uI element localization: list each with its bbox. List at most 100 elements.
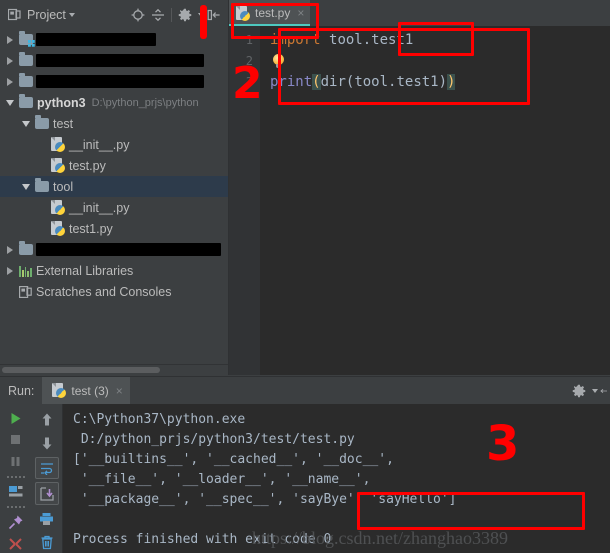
tree-node[interactable] [0, 239, 228, 260]
scratches-icon [19, 285, 32, 298]
python-file-icon [51, 200, 65, 215]
rerun-icon[interactable] [5, 409, 27, 428]
line-number: 2 [245, 54, 253, 68]
redacted-label [36, 54, 204, 67]
project-tree[interactable]: python3 D:\python_prjs\python test __init__… [0, 29, 228, 364]
tree-node[interactable]: test.py [0, 155, 228, 176]
tree-node-label: test.py [69, 158, 106, 173]
run-toolbar-left [0, 404, 31, 553]
console-line: '__file__', '__loader__', '__name__', [73, 472, 371, 487]
chevron-right-icon[interactable] [4, 29, 16, 50]
tree-node[interactable]: __init__.py [0, 197, 228, 218]
chevron-down-icon[interactable] [20, 113, 32, 134]
run-tab-test[interactable]: test (3) × [42, 377, 130, 404]
tree-node[interactable] [0, 50, 228, 71]
line-number: 3 [245, 75, 253, 89]
console-line: ['__builtins__', '__cached__', '__doc__'… [73, 452, 394, 467]
editor-tab-bar: test.py × [229, 0, 610, 26]
project-panel-title: Project [27, 7, 66, 22]
code-token: tool.test1 [329, 32, 414, 48]
tree-node-path: D:\python_prjs\python [91, 96, 199, 109]
folder-module-icon [19, 31, 35, 47]
chevron-down-icon[interactable] [20, 176, 32, 197]
run-tool-window: Run: test (3) × C:\Python37\python.exe D… [0, 376, 610, 553]
tree-node-label: Scratches and Consoles [36, 284, 172, 299]
tree-node-label: python3 [37, 95, 86, 110]
tree-node[interactable]: tool [0, 176, 228, 197]
line-number-gutter: 1 2 3 [229, 26, 260, 375]
collapse-all-icon[interactable] [148, 5, 168, 25]
tree-node[interactable]: External Libraries [0, 260, 228, 281]
code-line[interactable]: print(dir(tool.test1)) [270, 72, 610, 93]
stop-icon[interactable] [5, 431, 27, 450]
soft-wrap-icon[interactable] [34, 456, 59, 480]
chevron-right-icon[interactable] [4, 260, 16, 281]
pin-tab-icon[interactable] [5, 513, 27, 532]
project-panel-header: Project [0, 0, 228, 29]
pause-icon[interactable] [5, 452, 27, 471]
code-token: ) [447, 74, 456, 90]
close-icon[interactable]: × [116, 385, 123, 397]
chevron-right-icon[interactable] [4, 50, 16, 71]
code-text[interactable]: import tool.test1 print(dir(tool.test1)) [260, 26, 610, 375]
python-run-icon [52, 383, 67, 398]
python-file-icon [51, 221, 65, 236]
code-token: (tool.test1 [345, 74, 439, 90]
close-icon[interactable]: × [297, 7, 304, 19]
scrollbar-thumb[interactable] [2, 367, 160, 373]
tree-node[interactable]: Scratches and Consoles [0, 281, 228, 302]
show-console-icon[interactable] [5, 482, 27, 501]
python-file-icon [51, 158, 65, 173]
code-token: dir [320, 74, 346, 90]
external-libraries-icon [19, 265, 32, 277]
tree-node[interactable]: python3 D:\python_prjs\python [0, 92, 228, 113]
code-editor[interactable]: 1 2 3 import tool.test1 print(dir(tool.test… [229, 26, 610, 375]
scroll-up-icon[interactable] [36, 409, 58, 430]
locate-icon[interactable] [128, 5, 148, 25]
tree-node[interactable]: test [0, 113, 228, 134]
chevron-down-icon[interactable] [68, 12, 75, 17]
tree-node[interactable] [0, 29, 228, 50]
chevron-right-icon[interactable] [4, 71, 16, 92]
tree-node[interactable] [0, 71, 228, 92]
settings-gear-icon[interactable] [175, 5, 195, 25]
redacted-label [36, 75, 204, 88]
editor-tab-test-py[interactable]: test.py × [229, 0, 311, 26]
close-icon[interactable] [5, 534, 27, 553]
watermark: https://blog.csdn.net/zhanghao3389 [252, 528, 508, 548]
folder-icon [35, 115, 49, 129]
scroll-down-icon[interactable] [36, 433, 58, 454]
tree-node[interactable]: test1.py [0, 218, 228, 239]
folder-icon [19, 73, 33, 87]
run-panel-header: Run: test (3) × [0, 377, 610, 404]
console-line: '__package__', '__spec__', 'sayBye', 'sa… [73, 492, 457, 507]
settings-gear-icon[interactable] [569, 381, 589, 401]
tree-node[interactable]: __init__.py [0, 134, 228, 155]
ide-window: Project python3 D:\python_prjs\python te… [0, 0, 610, 553]
hide-panel-icon[interactable] [204, 5, 224, 25]
toolbar-separator [6, 504, 25, 510]
chevron-down-icon[interactable] [4, 92, 16, 113]
intention-bulb-icon[interactable] [272, 53, 285, 69]
editor-area: test.py × 1 2 3 import tool.test1 print(dir… [229, 0, 610, 375]
run-panel-label: Run: [8, 383, 35, 398]
code-line[interactable] [270, 51, 610, 72]
chevron-right-icon[interactable] [4, 239, 16, 260]
scroll-to-end-icon[interactable] [34, 482, 59, 506]
clear-all-icon[interactable] [36, 532, 58, 553]
hide-panel-icon[interactable] [598, 381, 608, 401]
tree-node-label: test1.py [69, 221, 113, 236]
redacted-label [36, 243, 221, 256]
code-line[interactable]: import tool.test1 [270, 30, 610, 51]
python-file-icon [236, 5, 250, 21]
run-tab-label: test (3) [71, 383, 109, 398]
code-token: import [270, 32, 321, 48]
run-toolbar-right [31, 404, 63, 553]
project-horizontal-scrollbar[interactable] [0, 364, 228, 375]
redacted-label [36, 33, 156, 46]
print-icon[interactable] [36, 508, 58, 529]
